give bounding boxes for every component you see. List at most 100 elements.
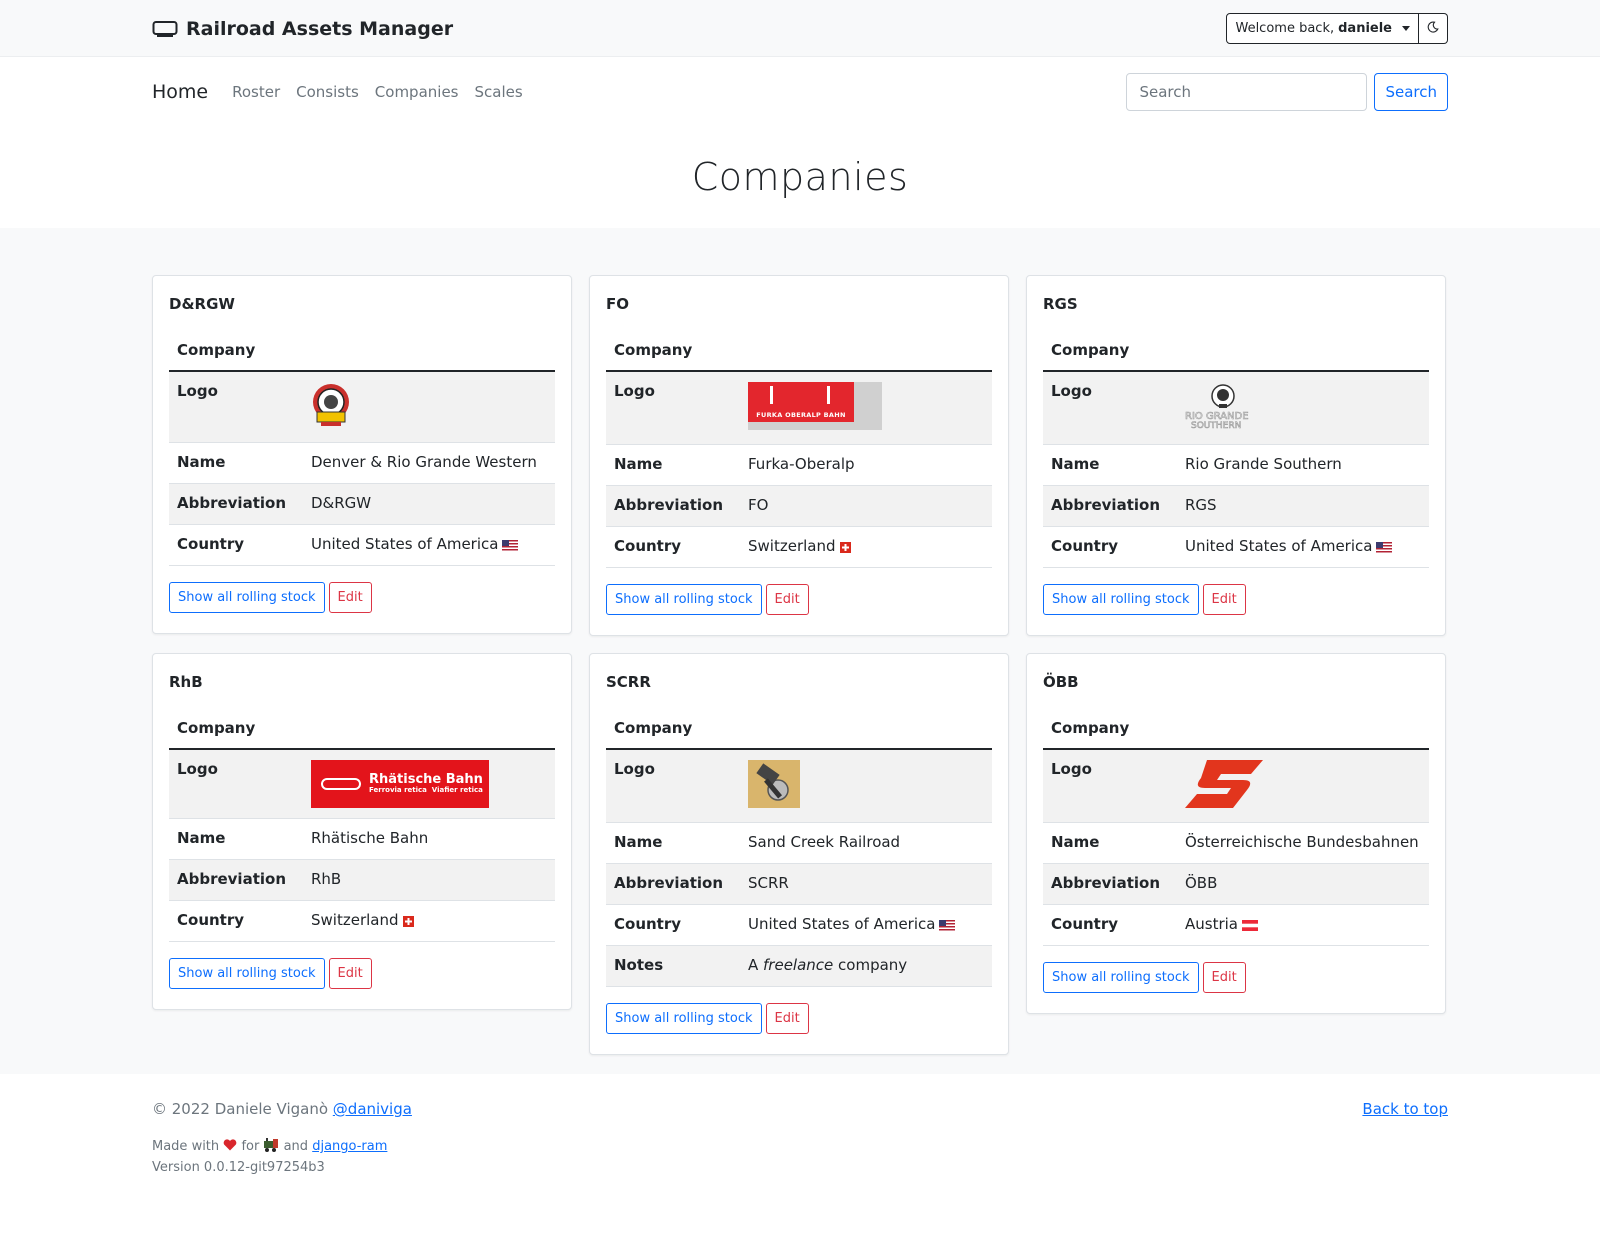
abbreviation-label: Abbreviation <box>606 863 740 905</box>
table-row: Abbreviation D&RGW <box>169 483 555 525</box>
nav-home[interactable]: Home <box>152 81 208 103</box>
edit-button[interactable]: Edit <box>1202 584 1246 615</box>
train-icon <box>263 1138 279 1154</box>
country-value: Switzerland <box>311 911 399 929</box>
logo-cell: FURKA OBERALP BAHN <box>740 371 992 445</box>
abbreviation-value: RhB <box>303 859 555 901</box>
card-actions: Show all rolling stock Edit <box>606 584 992 615</box>
footer-top-row: © 2022 Daniele Viganò @daniviga Back to … <box>152 1100 1448 1118</box>
show-rolling-stock-button[interactable]: Show all rolling stock <box>606 1003 762 1034</box>
logo-cell: Rhätische Bahn Ferrovia retica Viafier r… <box>303 749 555 819</box>
copyright: © 2022 Daniele Viganò @daniviga <box>152 1100 412 1118</box>
table-row: Abbreviation RGS <box>1043 485 1429 527</box>
table-caption: Company <box>606 331 992 372</box>
show-rolling-stock-button[interactable]: Show all rolling stock <box>606 584 762 615</box>
table-row: Country Switzerland <box>606 526 992 568</box>
notes-emphasis: freelance <box>763 956 834 974</box>
logo-label: Logo <box>1043 371 1177 445</box>
company-card: RGS Company Logo RIO GRANDE SOUTHERN Name <box>1026 275 1446 636</box>
theme-toggle-button[interactable] <box>1419 13 1448 44</box>
us-flag-icon <box>1376 539 1393 557</box>
logo-cell: RIO GRANDE SOUTHERN <box>1177 371 1429 445</box>
abbreviation-label: Abbreviation <box>1043 863 1177 905</box>
table-row: Country Austria <box>1043 904 1429 946</box>
notes-suffix: company <box>833 956 908 974</box>
show-rolling-stock-button[interactable]: Show all rolling stock <box>1043 584 1199 615</box>
name-value: Furka-Oberalp <box>740 444 992 486</box>
drgw-logo-icon <box>311 384 351 432</box>
notes-label: Notes <box>606 945 740 987</box>
nav-companies[interactable]: Companies <box>375 83 459 101</box>
copyright-text: © 2022 Daniele Viganò <box>152 1100 333 1118</box>
name-value: Österreichische Bundesbahnen <box>1177 822 1429 864</box>
footer-bottom: Made with for and django-ram Version 0.0… <box>152 1136 1448 1178</box>
card-actions: Show all rolling stock Edit <box>169 958 555 989</box>
country-value: Austria <box>1185 915 1238 933</box>
scrr-logo-icon <box>748 760 800 812</box>
app-title: Railroad Assets Manager <box>186 17 454 40</box>
table-row: Name Österreichische Bundesbahnen <box>1043 822 1429 864</box>
edit-button[interactable]: Edit <box>328 582 372 613</box>
notes-value: A freelance company <box>740 945 992 987</box>
logo-cell <box>740 749 992 823</box>
edit-button[interactable]: Edit <box>1202 962 1246 993</box>
nav-scales[interactable]: Scales <box>475 83 523 101</box>
table-row: Logo RIO GRANDE SOUTHERN <box>1043 371 1429 445</box>
show-rolling-stock-button[interactable]: Show all rolling stock <box>1043 962 1199 993</box>
table-row: Abbreviation RhB <box>169 859 555 901</box>
ch-flag-icon <box>402 913 414 931</box>
table-caption: Company <box>1043 709 1429 750</box>
country-label: Country <box>606 526 740 568</box>
table-row: Notes A freelance company <box>606 945 992 987</box>
table-row: Logo <box>169 371 555 443</box>
country-label: Country <box>1043 526 1177 568</box>
table-row: Country United States of America <box>606 904 992 946</box>
search-input[interactable] <box>1126 73 1368 111</box>
table-row: Logo FURKA OBERALP BAHN <box>606 371 992 445</box>
user-dropdown-button[interactable]: Welcome back, daniele <box>1226 13 1419 44</box>
project-link[interactable]: django-ram <box>312 1139 387 1154</box>
name-label: Name <box>1043 444 1177 486</box>
country-cell: United States of America <box>303 524 555 566</box>
show-rolling-stock-button[interactable]: Show all rolling stock <box>169 582 325 613</box>
search-button[interactable]: Search <box>1374 73 1448 111</box>
company-table: Company Logo Name Österreichische Bundes… <box>1043 709 1429 946</box>
fo-logo-icon: FURKA OBERALP BAHN <box>748 382 882 430</box>
back-to-top-link[interactable]: Back to top <box>1362 1100 1448 1118</box>
company-table: Company Logo RIO GRANDE SOUTHERN Name Rio… <box>1043 331 1429 568</box>
edit-button[interactable]: Edit <box>765 1003 809 1034</box>
top-bar: Railroad Assets Manager Welcome back, da… <box>0 0 1600 57</box>
country-value: United States of America <box>311 535 499 553</box>
table-row: Name Sand Creek Railroad <box>606 822 992 864</box>
user-menu: Welcome back, daniele <box>1226 13 1448 44</box>
logo-label: Logo <box>606 371 740 445</box>
main-content: D&RGW Company Logo Name Denver & Rio Gra… <box>0 228 1600 1074</box>
heart-icon <box>223 1139 237 1154</box>
navbar: Home Roster Consists Companies Scales Se… <box>0 57 1600 127</box>
us-flag-icon <box>939 917 956 935</box>
ch-flag-icon <box>839 539 851 557</box>
table-row: Abbreviation ÖBB <box>1043 863 1429 905</box>
abbreviation-value: SCRR <box>740 863 992 905</box>
author-handle-link[interactable]: @daniviga <box>333 1100 412 1118</box>
company-table: Company Logo Name Sand Creek Railroad Ab… <box>606 709 992 987</box>
edit-button[interactable]: Edit <box>765 584 809 615</box>
name-label: Name <box>606 444 740 486</box>
country-cell: United States of America <box>740 904 992 946</box>
table-caption: Company <box>169 709 555 750</box>
logo-label: Logo <box>169 371 303 443</box>
nav-consists[interactable]: Consists <box>296 83 359 101</box>
card-title: FO <box>606 295 629 313</box>
nav-roster[interactable]: Roster <box>232 83 280 101</box>
show-rolling-stock-button[interactable]: Show all rolling stock <box>169 958 325 989</box>
edit-button[interactable]: Edit <box>328 958 372 989</box>
brand[interactable]: Railroad Assets Manager <box>152 18 453 40</box>
and-text: and <box>283 1139 309 1154</box>
country-value: United States of America <box>748 915 936 933</box>
table-row: Logo <box>1043 749 1429 823</box>
company-table: Company Logo FURKA OBERALP BAHN Name Fur… <box>606 331 992 568</box>
nav-links: Home Roster Consists Companies Scales <box>152 81 523 103</box>
logo-cell <box>303 371 555 443</box>
table-row: Abbreviation FO <box>606 485 992 527</box>
us-flag-icon <box>502 537 519 555</box>
